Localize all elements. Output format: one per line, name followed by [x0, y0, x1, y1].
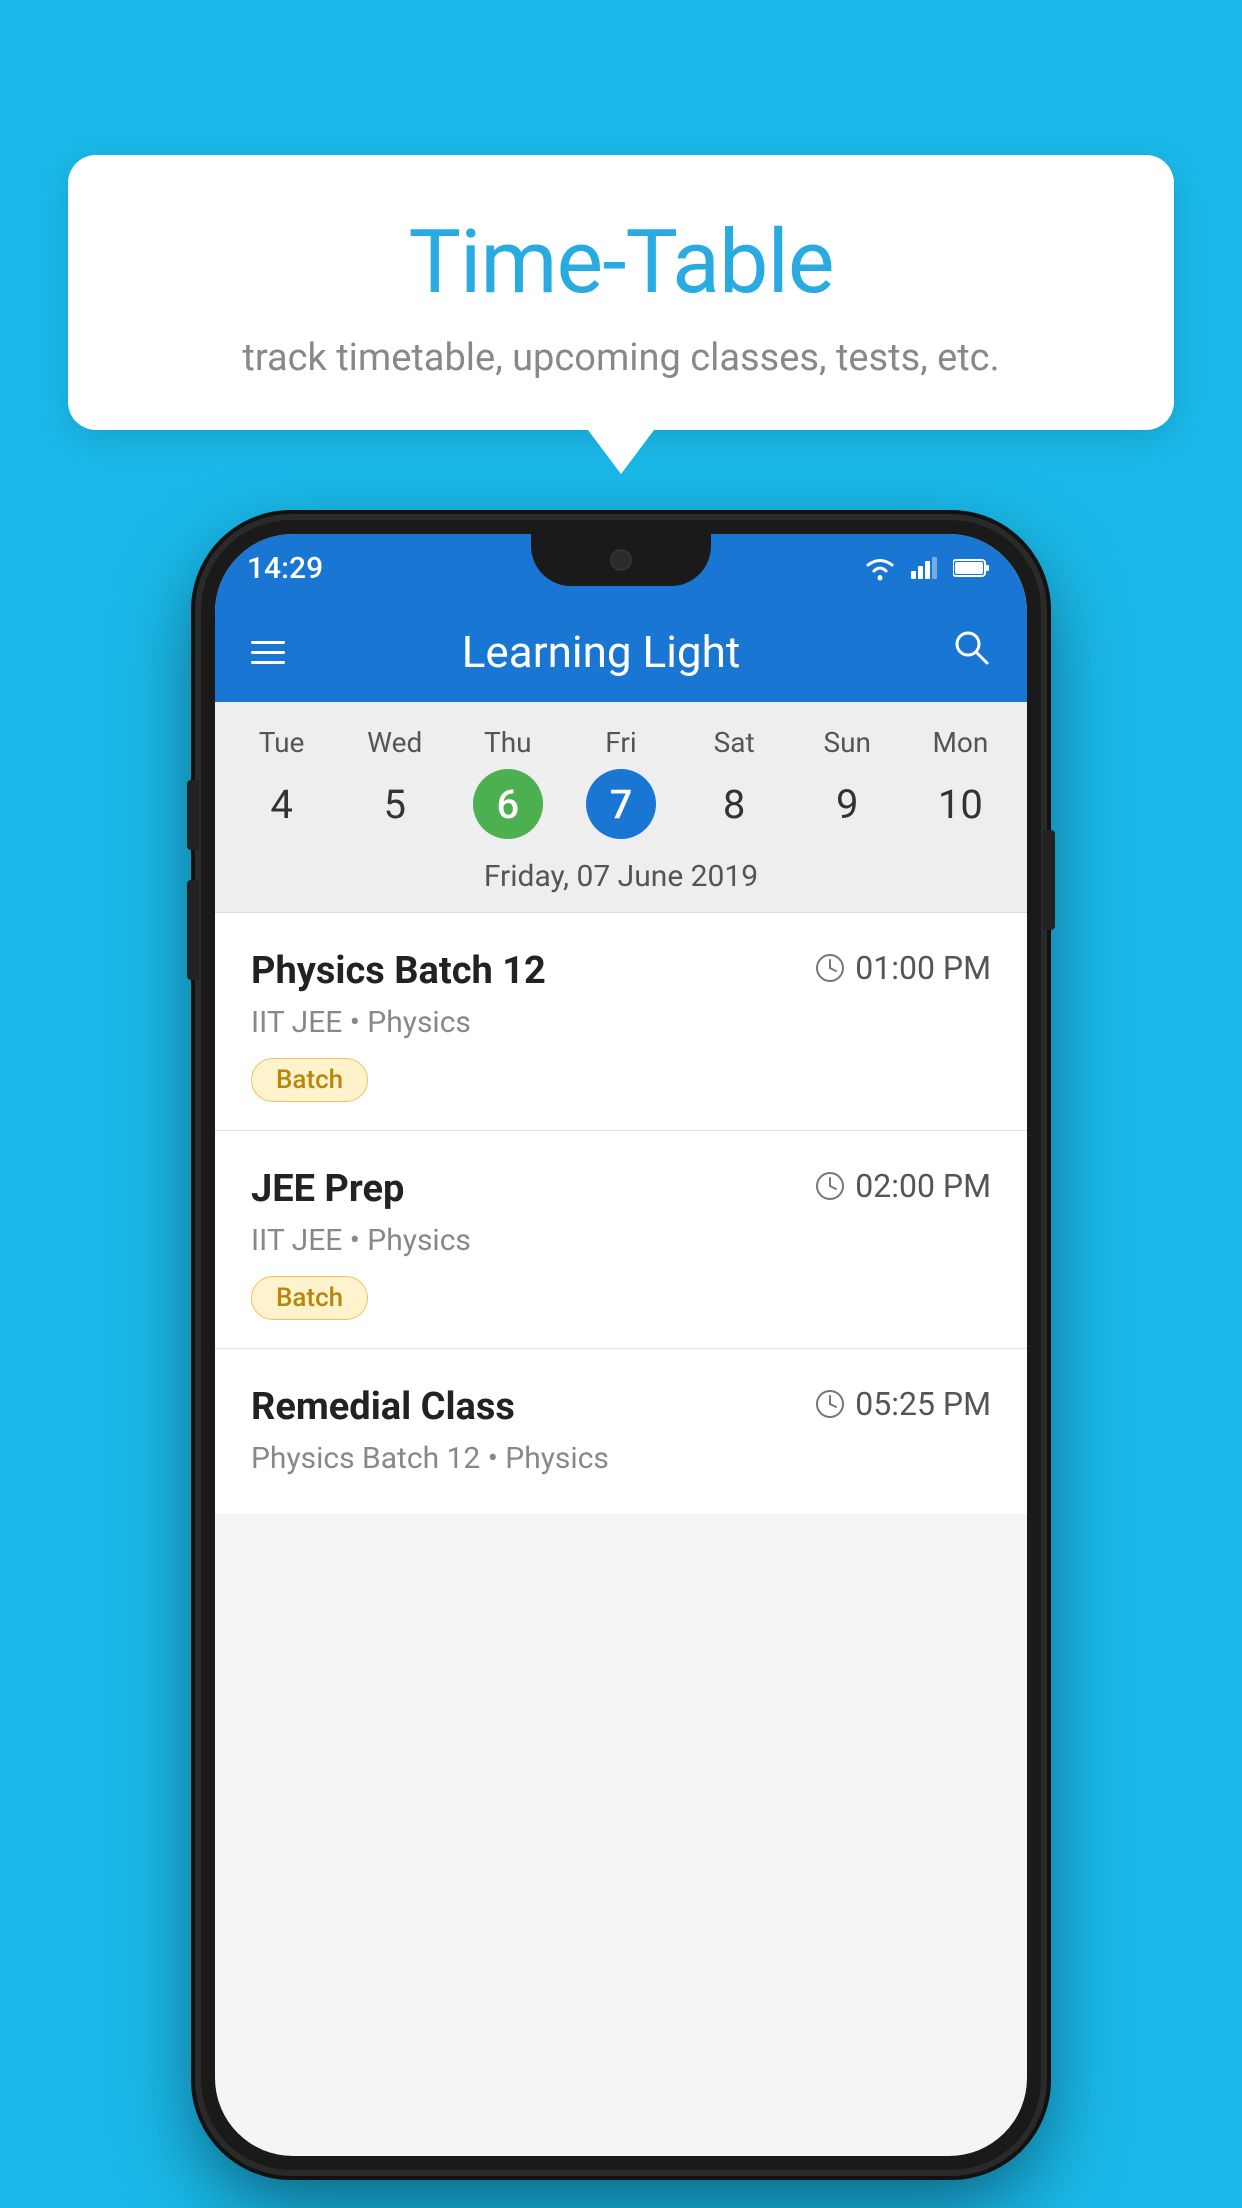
menu-button[interactable]: [251, 641, 285, 664]
phone-mockup: 14:29: [201, 520, 1041, 2170]
day-name-wed: Wed: [367, 726, 422, 759]
day-col-thu[interactable]: Thu 6: [458, 726, 558, 839]
day-number-sat: 8: [699, 769, 769, 839]
phone-bezel: 14:29: [201, 520, 1041, 2170]
phone-screen: 14:29: [215, 534, 1027, 2156]
schedule-item-1-header: Physics Batch 12 01:00 PM: [251, 949, 991, 993]
menu-line-1: [251, 641, 285, 644]
schedule-item-1-subtitle: IIT JEE • Physics: [251, 1005, 991, 1040]
signal-icon: [911, 557, 939, 579]
status-icons: [863, 555, 991, 581]
app-header: Learning Light: [215, 602, 1027, 702]
clock-icon-2: [815, 1171, 845, 1201]
tooltip-subtitle: track timetable, upcoming classes, tests…: [118, 336, 1124, 380]
schedule-item-3[interactable]: Remedial Class 05:25 PM Physics Batch 12…: [215, 1349, 1027, 1514]
search-icon[interactable]: [951, 627, 991, 677]
schedule-item-2-title: JEE Prep: [251, 1167, 404, 1211]
day-name-sat: Sat: [714, 726, 755, 759]
day-number-thu: 6: [473, 769, 543, 839]
day-col-sat[interactable]: Sat 8: [684, 726, 784, 839]
day-name-fri: Fri: [605, 726, 636, 759]
schedule-item-1-time-text: 01:00 PM: [855, 949, 991, 987]
day-number-sun: 9: [812, 769, 882, 839]
day-name-sun: Sun: [824, 726, 872, 759]
clock-icon-1: [815, 953, 845, 983]
schedule-item-1-title: Physics Batch 12: [251, 949, 546, 993]
schedule-item-1-time: 01:00 PM: [815, 949, 991, 987]
front-camera: [610, 549, 632, 571]
tooltip-title: Time-Table: [118, 215, 1124, 312]
schedule-item-2[interactable]: JEE Prep 02:00 PM IIT JEE • Physics Batc…: [215, 1131, 1027, 1349]
schedule-item-3-subtitle: Physics Batch 12 • Physics: [251, 1441, 991, 1476]
vol-up-button: [187, 780, 199, 850]
schedule-item-3-header: Remedial Class 05:25 PM: [251, 1385, 991, 1429]
day-number-tue: 4: [247, 769, 317, 839]
schedule-item-2-badge: Batch: [251, 1276, 368, 1320]
day-col-mon[interactable]: Mon 10: [910, 726, 1010, 839]
day-number-mon: 10: [925, 769, 995, 839]
day-col-sun[interactable]: Sun 9: [797, 726, 897, 839]
menu-line-3: [251, 661, 285, 664]
day-name-tue: Tue: [259, 726, 305, 759]
wifi-icon: [863, 555, 897, 581]
calendar-strip: Tue 4 Wed 5 Thu 6 Fri 7: [215, 702, 1027, 912]
day-number-wed: 5: [360, 769, 430, 839]
phone-notch: [531, 534, 711, 586]
schedule-list: Physics Batch 12 01:00 PM IIT JEE • Phys…: [215, 913, 1027, 1514]
power-button: [1043, 830, 1055, 930]
schedule-item-2-header: JEE Prep 02:00 PM: [251, 1167, 991, 1211]
day-name-mon: Mon: [932, 726, 988, 759]
status-time: 14:29: [247, 551, 323, 586]
app-title: Learning Light: [285, 626, 917, 678]
schedule-item-2-time: 02:00 PM: [815, 1167, 991, 1205]
day-number-fri: 7: [586, 769, 656, 839]
day-col-tue[interactable]: Tue 4: [232, 726, 332, 839]
tooltip-card: Time-Table track timetable, upcoming cla…: [68, 155, 1174, 430]
schedule-item-3-time-text: 05:25 PM: [855, 1385, 991, 1423]
schedule-item-1[interactable]: Physics Batch 12 01:00 PM IIT JEE • Phys…: [215, 913, 1027, 1131]
menu-line-2: [251, 651, 285, 654]
clock-icon-3: [815, 1389, 845, 1419]
schedule-item-3-time: 05:25 PM: [815, 1385, 991, 1423]
calendar-days-row: Tue 4 Wed 5 Thu 6 Fri 7: [215, 726, 1027, 839]
vol-down-button: [187, 880, 199, 980]
schedule-item-2-time-text: 02:00 PM: [855, 1167, 991, 1205]
day-col-fri[interactable]: Fri 7: [571, 726, 671, 839]
battery-icon: [953, 558, 991, 578]
schedule-item-1-badge: Batch: [251, 1058, 368, 1102]
schedule-item-3-title: Remedial Class: [251, 1385, 515, 1429]
selected-date-label: Friday, 07 June 2019: [215, 839, 1027, 912]
day-name-thu: Thu: [484, 726, 532, 759]
schedule-item-2-subtitle: IIT JEE • Physics: [251, 1223, 991, 1258]
day-col-wed[interactable]: Wed 5: [345, 726, 445, 839]
